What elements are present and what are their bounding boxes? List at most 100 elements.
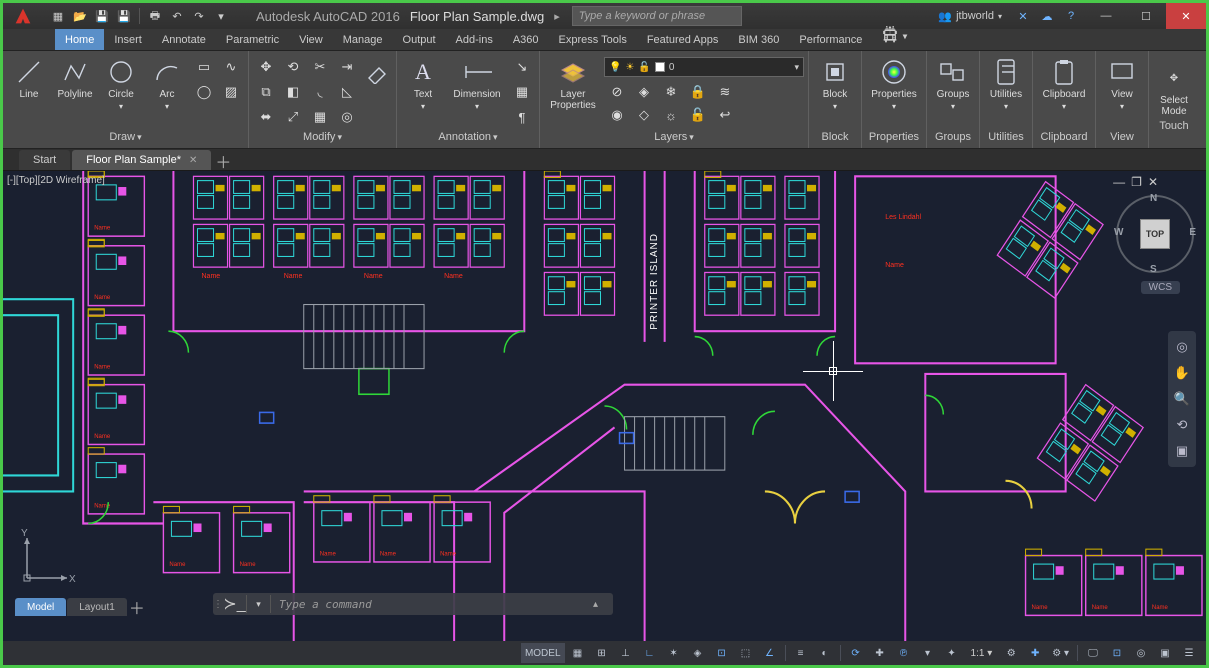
- compass-w[interactable]: W: [1114, 227, 1123, 238]
- status-otrack-icon[interactable]: ∠: [759, 643, 781, 663]
- tool-mirror-icon[interactable]: ◧: [280, 80, 306, 104]
- app-logo[interactable]: [3, 3, 43, 29]
- tab-express[interactable]: Express Tools: [549, 29, 637, 50]
- maximize-button[interactable]: ☐: [1126, 3, 1166, 29]
- panel-title-layers[interactable]: Layers▾: [544, 130, 804, 148]
- cmd-prompt-icon[interactable]: ≻_: [223, 595, 247, 613]
- panel-title-draw[interactable]: Draw▾: [7, 130, 244, 148]
- tool-groups[interactable]: Groups▾: [931, 53, 975, 127]
- layer-off-icon[interactable]: ⊘: [604, 81, 630, 103]
- command-input[interactable]: Type a command: [271, 598, 593, 611]
- tool-mtext-icon[interactable]: ¶: [509, 105, 535, 129]
- tool-stretch-icon[interactable]: ⬌: [253, 105, 279, 129]
- sign-in-area[interactable]: 👥 jtbworld ▾: [932, 10, 1008, 23]
- view-cube[interactable]: TOP N S E W: [1116, 195, 1194, 273]
- tool-utilities[interactable]: Utilities▾: [984, 53, 1028, 127]
- tool-rotate-icon[interactable]: ⟲: [280, 55, 306, 79]
- tool-leader-icon[interactable]: ↘: [509, 55, 535, 79]
- tool-hatch-icon[interactable]: ▨: [218, 80, 244, 104]
- tool-block[interactable]: Block▾: [813, 53, 857, 127]
- tool-spline-icon[interactable]: ∿: [218, 55, 244, 79]
- command-line[interactable]: ⋮ ≻_ ▾ Type a command ▴: [213, 593, 613, 615]
- status-qprop-icon[interactable]: ℗: [893, 643, 915, 663]
- status-cycling-icon[interactable]: ⟳: [845, 643, 867, 663]
- layer-lock-icon[interactable]: 🔒: [685, 81, 711, 103]
- nav-zoom-icon[interactable]: 🔍: [1172, 389, 1192, 409]
- compass-e[interactable]: E: [1189, 227, 1196, 238]
- tool-view[interactable]: View▾: [1100, 53, 1144, 127]
- panel-title-utilities[interactable]: Utilities: [984, 130, 1028, 148]
- qat-redo-icon[interactable]: ↷: [190, 7, 208, 25]
- qat-save-icon[interactable]: 💾: [93, 7, 111, 25]
- layout-tab-model[interactable]: Model: [15, 598, 66, 616]
- status-selfilter-icon[interactable]: ▾: [917, 643, 939, 663]
- status-3dosnap-icon[interactable]: ⬚: [735, 643, 757, 663]
- cmd-expand-icon[interactable]: ▴: [593, 599, 613, 610]
- tool-extend-icon[interactable]: ⇥: [334, 55, 360, 79]
- tab-a360[interactable]: A360: [503, 29, 549, 50]
- status-iso-icon[interactable]: ◈: [687, 643, 709, 663]
- qat-dropdown-icon[interactable]: ▾: [212, 7, 230, 25]
- qat-undo-icon[interactable]: ↶: [168, 7, 186, 25]
- layer-iso-icon[interactable]: ◈: [631, 81, 657, 103]
- compass-s[interactable]: S: [1150, 264, 1157, 275]
- qat-saveas-icon[interactable]: 💾: [115, 7, 133, 25]
- panel-title-block[interactable]: Block: [813, 130, 857, 148]
- panel-title-properties[interactable]: Properties: [866, 130, 922, 148]
- tab-output[interactable]: Output: [393, 29, 446, 50]
- tool-rectangle-icon[interactable]: ▭: [191, 55, 217, 79]
- drawing-canvas[interactable]: [-][Top][2D Wireframe] ― ❐ ✕ TOP N S E W…: [3, 171, 1206, 641]
- layer-match-icon[interactable]: ≋: [712, 81, 738, 103]
- tool-table-icon[interactable]: ▦: [509, 80, 535, 104]
- panel-title-annotation[interactable]: Annotation▾: [401, 130, 535, 148]
- doc-menu-icon[interactable]: ▸: [554, 10, 560, 23]
- nav-wheel-icon[interactable]: ◎: [1172, 337, 1192, 357]
- panel-title-modify[interactable]: Modify▾: [253, 130, 392, 148]
- nav-orbit-icon[interactable]: ⟲: [1172, 415, 1192, 435]
- tool-text[interactable]: AText▾: [401, 53, 445, 127]
- cmd-recent-icon[interactable]: ▾: [247, 595, 271, 613]
- layout-add-button[interactable]: ＋: [128, 599, 146, 615]
- tool-scale-icon[interactable]: ⤢: [280, 105, 306, 129]
- tab-home[interactable]: Home: [55, 29, 104, 50]
- layout-tab-layout1[interactable]: Layout1: [67, 598, 127, 616]
- tool-circle[interactable]: Circle▾: [99, 53, 143, 127]
- file-tab-start[interactable]: Start: [19, 150, 70, 170]
- vp-close-icon[interactable]: ✕: [1148, 175, 1158, 189]
- panel-title-groups[interactable]: Groups: [931, 130, 975, 148]
- close-tab-icon[interactable]: ✕: [189, 155, 197, 166]
- viewport-label[interactable]: [-][Top][2D Wireframe]: [7, 175, 105, 186]
- cmd-grip-icon[interactable]: ⋮: [213, 599, 223, 610]
- status-dyninput-icon[interactable]: ✚: [869, 643, 891, 663]
- tool-dimension[interactable]: Dimension▾: [447, 53, 507, 127]
- qat-new-icon[interactable]: ▦: [49, 7, 67, 25]
- status-transparency-icon[interactable]: ◐: [814, 643, 836, 663]
- nav-pan-icon[interactable]: ✋: [1172, 363, 1192, 383]
- tab-featured[interactable]: Featured Apps: [637, 29, 729, 50]
- tab-addins[interactable]: Add-ins: [446, 29, 503, 50]
- view-cube-face[interactable]: TOP: [1140, 219, 1170, 249]
- tab-annotate[interactable]: Annotate: [152, 29, 216, 50]
- status-cleanscreen-icon[interactable]: ▣: [1154, 643, 1176, 663]
- status-infer-icon[interactable]: ⊥: [615, 643, 637, 663]
- tab-bim360[interactable]: BIM 360: [728, 29, 789, 50]
- close-button[interactable]: ✕: [1166, 3, 1206, 29]
- help-icon[interactable]: ?: [1062, 7, 1080, 25]
- status-annoscale-icon[interactable]: ⚙: [1000, 643, 1022, 663]
- status-annovis-icon[interactable]: ✚: [1024, 643, 1046, 663]
- nav-showmotion-icon[interactable]: ▣: [1172, 441, 1192, 461]
- status-workspace-icon[interactable]: ⚙ ▾: [1048, 643, 1073, 663]
- status-ortho-icon[interactable]: ∟: [639, 643, 661, 663]
- minimize-button[interactable]: ―: [1086, 3, 1126, 29]
- tool-move-icon[interactable]: ✥: [253, 55, 279, 79]
- layer-uniso-icon[interactable]: ◇: [631, 104, 657, 126]
- tool-ellipse-icon[interactable]: ◯: [191, 80, 217, 104]
- status-monitor-icon[interactable]: 🖵: [1082, 643, 1104, 663]
- tab-parametric[interactable]: Parametric: [216, 29, 289, 50]
- tool-select-mode[interactable]: ✥Select Mode: [1154, 59, 1194, 117]
- exchange-icon[interactable]: ✕: [1014, 7, 1032, 25]
- tool-clipboard[interactable]: Clipboard▾: [1037, 53, 1091, 127]
- tool-chamfer-icon[interactable]: ◺: [334, 80, 360, 104]
- status-model-toggle[interactable]: MODEL: [521, 643, 565, 663]
- vp-minimize-icon[interactable]: ―: [1113, 175, 1125, 189]
